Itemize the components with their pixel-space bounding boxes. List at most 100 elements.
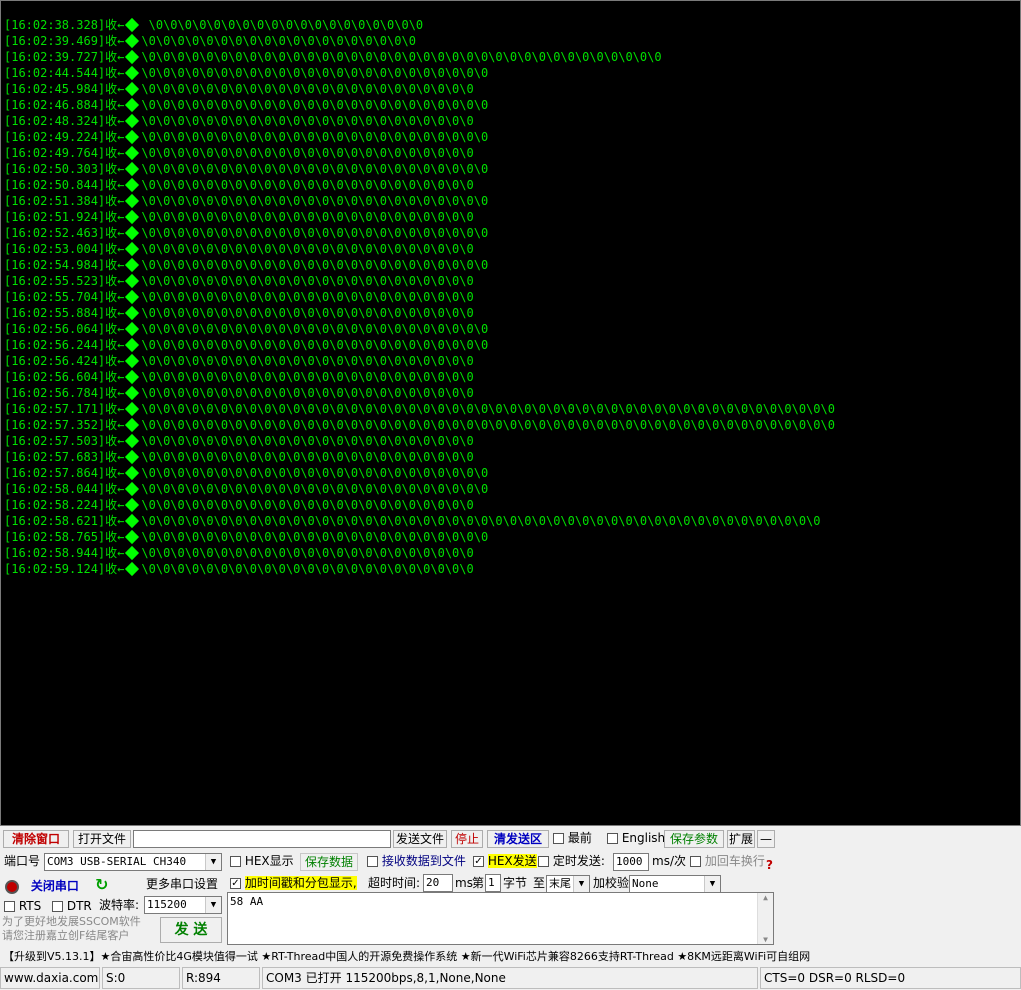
expand-button[interactable]: 扩展 [727,830,755,848]
diamond-icon [125,257,140,272]
log-direction: 收← [105,466,125,480]
log-line: [16:02:49.224]收← \0\0\0\0\0\0\0\0\0\0\0\0… [4,129,835,145]
log-direction: 收← [105,274,125,288]
checksum-select[interactable]: None ▼ [629,875,721,893]
byte-label: 字节 [503,876,528,890]
log-data: \0\0\0\0\0\0\0\0\0\0\0\0\0\0\0\0\0\0\0\0… [141,242,474,256]
send-file-button[interactable]: 发送文件 [393,830,447,848]
dtr-option[interactable]: DTR [52,897,92,915]
port-select[interactable]: COM3 USB-SERIAL CH340 ▼ [44,853,222,871]
send-scrollbar[interactable]: ▲ ▼ [757,893,773,944]
log-direction: 收← [105,498,125,512]
file-path-input[interactable] [133,830,391,848]
english-option[interactable]: English [607,829,665,847]
topmost-option[interactable]: 最前 [553,829,592,847]
nth-input[interactable]: 1 [485,874,501,892]
diamond-icon [125,529,140,544]
log-timestamp: [16:02:56.064] [4,322,106,336]
log-timestamp: [16:02:56.424] [4,354,106,368]
log-direction: 收← [105,82,125,96]
log-line: [16:02:58.044]收← \0\0\0\0\0\0\0\0\0\0\0\0… [4,481,835,497]
close-port-button[interactable]: 关闭串口 [5,877,79,895]
send-input[interactable]: 58 AA ▲ ▼ [227,892,774,945]
timestamp-option[interactable]: ✓ 加时间戳和分包显示, [230,874,357,892]
log-line: [16:02:57.171]收← \0\0\0\0\0\0\0\0\0\0\0\0… [4,401,835,417]
collapse-button[interactable]: — [757,830,775,848]
log-direction: 收← [105,162,125,176]
status-received: R:894 [182,967,260,989]
topmost-checkbox[interactable] [553,833,564,844]
log-direction: 收← [105,242,125,256]
timestamp-checkbox[interactable]: ✓ [230,878,241,889]
log-data: \0\0\0\0\0\0\0\0\0\0\0\0\0\0\0\0\0\0\0\0… [141,354,474,368]
log-data: \0\0\0\0\0\0\0\0\0\0\0\0\0\0\0\0\0\0\0 [141,18,424,32]
log-line: [16:02:52.463]收← \0\0\0\0\0\0\0\0\0\0\0\0… [4,225,835,241]
log-direction: 收← [105,386,125,400]
timed-send-option[interactable]: 定时发送: [538,852,605,870]
log-data: \0\0\0\0\0\0\0\0\0\0\0\0\0\0\0\0\0\0\0\0… [141,66,489,80]
clear-window-button[interactable]: 清除窗口 [3,830,69,848]
clear-send-button[interactable]: 清发送区 [487,830,549,848]
log-direction: 收← [105,306,125,320]
diamond-icon [125,209,140,224]
interval-input[interactable]: 1000 [613,853,649,871]
status-lines: CTS=0 DSR=0 RLSD=0 [760,967,1021,989]
save-data-button[interactable]: 保存数据 [300,853,358,871]
send-button[interactable]: 发 送 [160,917,222,943]
log-data: \0\0\0\0\0\0\0\0\0\0\0\0\0\0\0\0\0\0\0\0… [141,130,489,144]
english-checkbox[interactable] [607,833,618,844]
add-crlf-option[interactable]: 加回车换行 [690,852,765,870]
log-line: [16:02:55.704]收← \0\0\0\0\0\0\0\0\0\0\0\0… [4,289,835,305]
rts-option[interactable]: RTS [4,897,41,915]
stop-button[interactable]: 停止 [451,830,483,848]
timeout-input[interactable]: 20 [423,874,453,892]
refresh-icon[interactable]: ↻ [95,876,108,894]
more-settings-button[interactable]: 更多串口设置 [146,875,218,893]
log-direction: 收← [105,546,125,560]
promo-text[interactable]: 为了更好地发展SSCOM软件 请您注册嘉立创F结尾客户 [2,915,141,943]
save-params-button[interactable]: 保存参数 [664,830,724,848]
timed-send-checkbox[interactable] [538,856,549,867]
log-line: [16:02:38.328]收← \0\0\0\0\0\0\0\0\0\0\0\… [4,17,835,33]
log-data: \0\0\0\0\0\0\0\0\0\0\0\0\0\0\0\0\0\0\0\0… [141,162,489,176]
scroll-down-icon[interactable]: ▼ [758,935,773,944]
scroll-up-icon[interactable]: ▲ [758,893,773,902]
log-line: [16:02:55.523]收← \0\0\0\0\0\0\0\0\0\0\0\0… [4,273,835,289]
rts-checkbox[interactable] [4,901,15,912]
news-ticker[interactable]: 【升级到V5.13.1】★合宙高性价比4G模块值得一试 ★RT-Thread中国… [3,948,810,966]
log-direction: 收← [105,178,125,192]
hex-display-checkbox[interactable] [230,856,241,867]
diamond-icon [125,449,140,464]
diamond-icon [125,273,140,288]
diamond-icon [125,513,140,528]
open-file-button[interactable]: 打开文件 [73,830,131,848]
log-line: [16:02:58.944]收← \0\0\0\0\0\0\0\0\0\0\0\0… [4,545,835,561]
baud-select[interactable]: 115200 ▼ [144,896,222,914]
dtr-checkbox[interactable] [52,901,63,912]
log-timestamp: [16:02:58.621] [4,514,106,528]
hex-send-option[interactable]: ✓ HEX发送 [473,852,537,870]
log-line: [16:02:51.384]收← \0\0\0\0\0\0\0\0\0\0\0\0… [4,193,835,209]
hex-send-checkbox[interactable]: ✓ [473,856,484,867]
recv-to-file-option[interactable]: 接收数据到文件 [367,852,466,870]
add-crlf-checkbox[interactable] [690,856,701,867]
port-status-icon [5,879,19,894]
log-timestamp: [16:02:57.864] [4,466,106,480]
log-data: \0\0\0\0\0\0\0\0\0\0\0\0\0\0\0\0\0\0\0 [141,34,416,48]
recv-to-file-checkbox[interactable] [367,856,378,867]
log-data: \0\0\0\0\0\0\0\0\0\0\0\0\0\0\0\0\0\0\0\0… [141,498,474,512]
diamond-icon [125,337,140,352]
log-direction: 收← [105,450,125,464]
status-website[interactable]: www.daxia.com [0,967,100,989]
log-line: [16:02:54.984]收← \0\0\0\0\0\0\0\0\0\0\0\0… [4,257,835,273]
diamond-icon [125,65,140,80]
log-timestamp: [16:02:50.844] [4,178,106,192]
help-icon[interactable]: ? [766,856,773,874]
chevron-down-icon: ▼ [573,876,589,892]
diamond-icon [125,49,140,64]
end-select[interactable]: 末尾 ▼ [546,875,590,893]
log-data: \0\0\0\0\0\0\0\0\0\0\0\0\0\0\0\0\0\0\0\0… [141,482,489,496]
hex-display-option[interactable]: HEX显示 [230,852,294,870]
log-timestamp: [16:02:53.004] [4,242,106,256]
receive-terminal[interactable]: [16:02:38.328] 收← \0\0\0\0\0\0\0\0\0\0\0\… [0,0,1021,826]
